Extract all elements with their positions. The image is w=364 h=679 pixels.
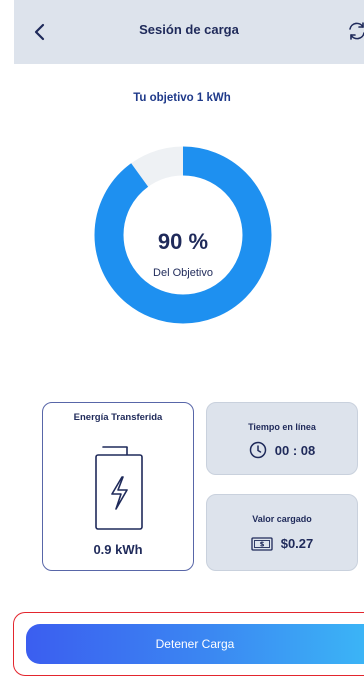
goal-label: Tu objetivo 1 kWh — [133, 92, 231, 104]
time-card-row: 00 : 08 — [207, 441, 357, 459]
online-time-card: Tiempo en línea 00 : 08 — [206, 402, 358, 475]
value-card-row: $0.27 — [207, 536, 357, 551]
app-header: Sesión de carga — [14, 0, 364, 64]
refresh-icon — [349, 22, 364, 40]
time-card-title: Tiempo en línea — [248, 422, 316, 432]
progress-ring: 90 % Del Objetivo — [93, 145, 273, 325]
charged-value-card: Valor cargado $0.27 — [206, 494, 358, 571]
energy-card-value: 0.9 kWh — [93, 542, 143, 557]
cash-icon — [251, 536, 273, 551]
page-title: Sesión de carga — [139, 22, 239, 37]
stop-charging-button[interactable]: Detener Carga — [26, 624, 364, 664]
clock-icon — [249, 441, 266, 459]
value-card-value: $0.27 — [280, 536, 314, 551]
progress-percent: 90 % — [157, 229, 209, 254]
value-card-title: Valor cargado — [252, 514, 312, 524]
refresh-button[interactable] — [346, 20, 364, 44]
energy-transferred-card: Energía Transferida 0.9 kWh — [42, 402, 194, 571]
energy-card-title: Energía Transferida — [73, 412, 163, 423]
progress-caption: Del Objetivo — [153, 267, 213, 279]
time-card-value: 00 : 08 — [274, 442, 316, 458]
battery-charging-icon — [95, 446, 143, 530]
